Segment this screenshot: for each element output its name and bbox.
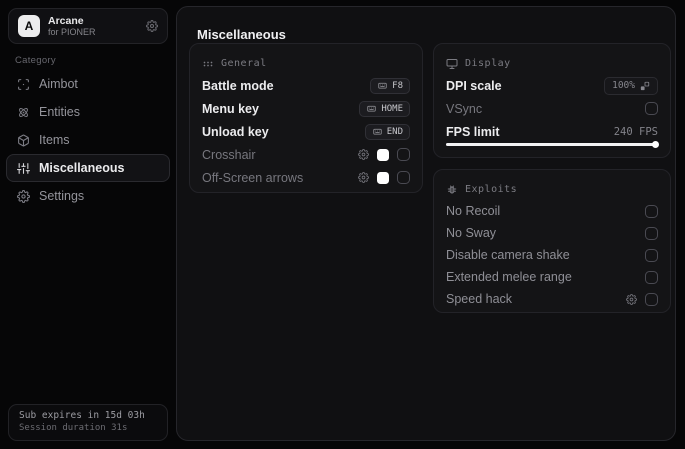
display-card-title: Display [465, 58, 511, 69]
setting-label: Off-Screen arrows [202, 170, 304, 185]
setting-row-menu-key: Menu key HOME [202, 97, 410, 120]
speed-hack-settings-gear-icon[interactable] [626, 293, 637, 305]
setting-label: Extended melee range [446, 270, 572, 284]
setting-row-disable-camera-shake: Disable camera shake [446, 244, 658, 266]
keybind-value: F8 [392, 80, 403, 91]
setting-row-no-sway: No Sway [446, 222, 658, 244]
setting-row-speed-hack: Speed hack [446, 288, 658, 310]
no-recoil-checkbox[interactable] [645, 204, 658, 218]
main-panel: Miscellaneous General Battle mode F8 Men… [176, 6, 676, 441]
sidebar-item-label: Miscellaneous [39, 161, 125, 175]
vsync-checkbox[interactable] [645, 102, 658, 115]
sidebar-item-label: Items [39, 133, 70, 147]
app-logo: A [18, 15, 40, 37]
sidebar-item-label: Entities [39, 105, 80, 119]
exploits-card: Exploits No Recoil No Sway Disable camer… [433, 169, 671, 313]
account-settings-icon[interactable] [146, 20, 158, 32]
no-sway-checkbox[interactable] [645, 226, 658, 240]
speed-hack-checkbox[interactable] [645, 292, 658, 306]
setting-label: No Recoil [446, 204, 501, 218]
offscreen-arrows-settings-gear-icon[interactable] [358, 172, 369, 183]
gear-icon [17, 189, 30, 203]
sidebar: A Arcane for PIONER Category Aimbot Enti… [0, 0, 176, 449]
fps-limit-slider[interactable] [446, 141, 659, 148]
bug-icon [446, 184, 458, 196]
offscreen-arrows-color-swatch[interactable] [377, 171, 389, 184]
general-card-header: General [202, 53, 410, 74]
sub-expiry-text: Sub expires in 15d 03h [19, 410, 145, 421]
setting-label: Crosshair [202, 147, 256, 162]
fps-limit-value: 240 FPS [613, 125, 658, 138]
app-subtitle: for PIONER [48, 26, 96, 37]
keybind-menu-key[interactable]: HOME [359, 100, 410, 117]
sidebar-item-items[interactable]: Items [6, 126, 170, 154]
display-card-header: Display [446, 53, 658, 74]
setting-label: FPS limit [446, 124, 500, 139]
keybind-battle-mode[interactable]: F8 [370, 77, 410, 94]
sidebar-item-label: Aimbot [39, 77, 78, 91]
setting-row-dpi-scale: DPI scale 100% [446, 74, 658, 97]
setting-label: No Sway [446, 226, 497, 240]
brand-card: A Arcane for PIONER [8, 8, 168, 44]
slider-knob[interactable] [651, 141, 659, 148]
category-label: Category [15, 55, 56, 66]
setting-label: VSync [446, 101, 483, 116]
dpi-scale-value: 100% [612, 80, 635, 91]
setting-row-battle-mode: Battle mode F8 [202, 74, 410, 97]
brand-text: Arcane for PIONER [48, 15, 138, 37]
setting-row-offscreen-arrows: Off-Screen arrows [202, 166, 410, 189]
setting-label: DPI scale [446, 78, 502, 93]
app-name: Arcane [48, 14, 84, 27]
sidebar-item-label: Settings [39, 189, 85, 203]
setting-label: Unload key [202, 124, 269, 139]
sidebar-item-entities[interactable]: Entities [6, 98, 170, 126]
sliders-icon [17, 162, 30, 175]
app-window: A Arcane for PIONER Category Aimbot Enti… [0, 0, 685, 449]
crosshair-settings-gear-icon[interactable] [358, 149, 369, 160]
setting-row-fps-limit: FPS limit 240 FPS [446, 120, 658, 143]
disable-camera-shake-checkbox[interactable] [645, 248, 658, 262]
sidebar-nav: Aimbot Entities Items Miscellaneous Sett… [6, 70, 170, 210]
keybind-value: HOME [381, 103, 403, 114]
setting-row-crosshair: Crosshair [202, 143, 410, 166]
exploits-card-title: Exploits [465, 184, 518, 195]
scale-icon [640, 81, 650, 91]
aimbot-scan-icon [17, 78, 30, 91]
setting-label: Menu key [202, 101, 259, 116]
items-box-icon [17, 134, 30, 147]
crosshair-color-swatch[interactable] [377, 148, 389, 161]
offscreen-arrows-checkbox[interactable] [397, 171, 410, 184]
sidebar-item-settings[interactable]: Settings [6, 182, 170, 210]
keybind-unload-key[interactable]: END [364, 123, 410, 140]
display-card: Display DPI scale 100% VSync FPS limit 2… [433, 43, 671, 158]
grid-dots-icon [202, 58, 214, 70]
setting-row-no-recoil: No Recoil [446, 200, 658, 222]
exploits-card-header: Exploits [446, 179, 658, 200]
extended-melee-range-checkbox[interactable] [645, 270, 658, 284]
setting-row-vsync: VSync [446, 97, 658, 120]
keyboard-icon [366, 104, 377, 113]
monitor-icon [446, 58, 458, 70]
slider-fill [446, 143, 656, 146]
keyboard-icon [372, 127, 383, 136]
setting-label: Battle mode [202, 78, 274, 93]
keyboard-icon [377, 81, 388, 90]
session-duration-text: Session duration 31s [19, 423, 128, 433]
sidebar-item-aimbot[interactable]: Aimbot [6, 70, 170, 98]
setting-row-extended-melee-range: Extended melee range [446, 266, 658, 288]
setting-label: Speed hack [446, 292, 513, 306]
subscription-info-card: Sub expires in 15d 03h Session duration … [8, 404, 168, 441]
setting-row-unload-key: Unload key END [202, 120, 410, 143]
page-title: Miscellaneous [197, 27, 286, 42]
entities-atom-icon [17, 106, 30, 119]
general-card: General Battle mode F8 Menu key HOME Unl… [189, 43, 423, 193]
setting-label: Disable camera shake [446, 248, 570, 262]
sidebar-item-miscellaneous[interactable]: Miscellaneous [6, 154, 170, 182]
crosshair-checkbox[interactable] [397, 148, 410, 161]
keybind-value: END [386, 126, 403, 137]
general-card-title: General [221, 58, 267, 69]
dpi-scale-selector[interactable]: 100% [604, 76, 658, 95]
